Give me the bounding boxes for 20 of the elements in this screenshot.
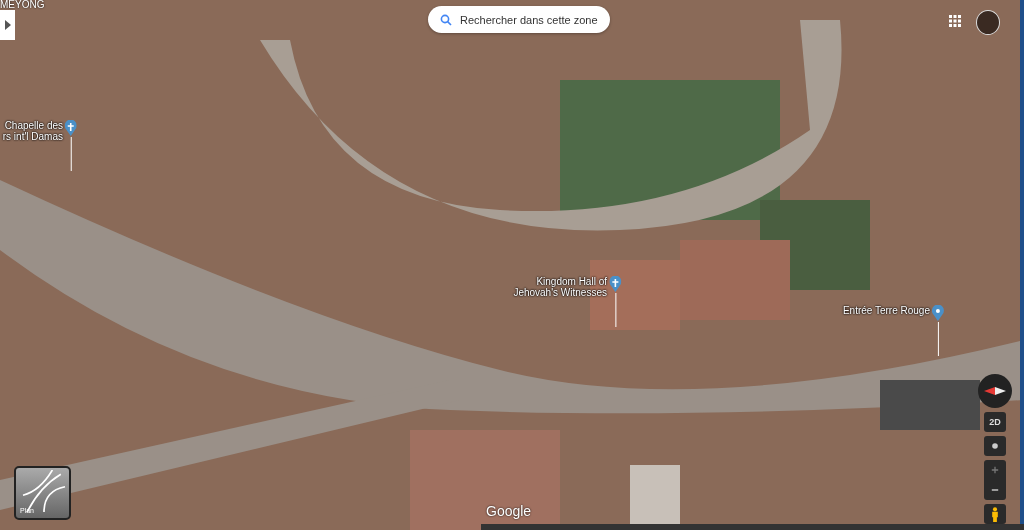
place-marker-icon[interactable]: [65, 120, 77, 136]
side-panel-toggle[interactable]: [0, 10, 15, 40]
place-label[interactable]: Entrée Terre Rouge: [842, 305, 930, 316]
place-label[interactable]: Kingdom Hall of Jehovah's Witnesses: [513, 276, 607, 298]
place-marker-icon[interactable]: [609, 276, 621, 292]
plus-icon: [991, 465, 999, 475]
search-area-button[interactable]: Rechercher dans cette zone: [428, 6, 610, 33]
compass-icon[interactable]: [978, 374, 1012, 408]
view-toggle-button[interactable]: 2D: [984, 412, 1006, 432]
caret-icon: [3, 20, 12, 30]
person-icon: [991, 506, 999, 522]
apps-grid-icon[interactable]: [949, 15, 961, 27]
location-button[interactable]: [984, 436, 1006, 456]
place-label[interactable]: Chapelle des rs int'l Damas: [2, 120, 63, 142]
logo: Google: [486, 503, 532, 519]
place-marker-icon[interactable]: [932, 305, 944, 321]
area-label: MEYONG: [0, 0, 45, 10]
target-icon: [991, 441, 999, 451]
street-view-button[interactable]: [984, 504, 1006, 524]
search-icon: [440, 13, 452, 26]
